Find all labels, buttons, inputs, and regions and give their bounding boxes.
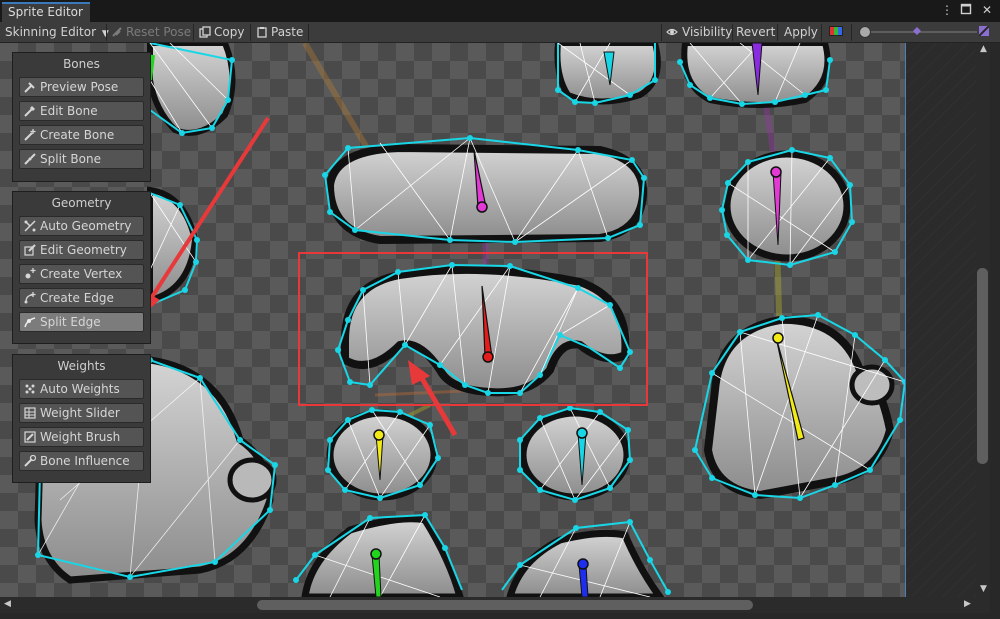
create-bone-label: Create Bone <box>40 128 115 142</box>
zoom-slider-handle[interactable] <box>859 26 871 38</box>
maximize-icon[interactable] <box>960 3 974 17</box>
create-edge-button[interactable]: Create Edge <box>19 288 144 308</box>
sprite-stone-arch-selected[interactable] <box>336 263 632 397</box>
mode-dropdown[interactable]: Skinning Editor ▼ <box>5 22 109 43</box>
split-edge-icon <box>24 317 36 328</box>
mipmap-large-icon <box>979 26 989 36</box>
edit-bone-label: Edit Bone <box>40 104 98 118</box>
bones-panel: Bones Preview Pose Edit Bone Create Bone… <box>12 52 151 182</box>
close-icon[interactable]: ✕ <box>980 3 994 17</box>
split-bone-label: Split Bone <box>40 152 101 166</box>
sprite-stone-right-round[interactable] <box>720 148 854 267</box>
bones-panel-title: Bones <box>63 57 100 71</box>
create-vertex-icon <box>25 268 36 279</box>
auto-geometry-icon <box>24 220 36 232</box>
sprite-stone-small-cyan[interactable] <box>519 406 632 502</box>
split-bone-icon <box>24 153 36 165</box>
auto-weights-button[interactable]: Auto Weights <box>19 379 144 399</box>
vertical-scroll-thumb[interactable] <box>977 268 988 464</box>
reset-pose-label: Reset Pose <box>126 25 192 39</box>
toolbar-divider <box>851 24 852 41</box>
weight-brush-label: Weight Brush <box>40 430 121 444</box>
weight-slider-icon <box>24 407 36 419</box>
mode-dropdown-label: Skinning Editor <box>5 25 96 39</box>
visibility-button[interactable]: Visibility <box>665 22 732 43</box>
horizontal-scroll-thumb[interactable] <box>257 600 753 610</box>
toolbar-divider <box>777 24 778 41</box>
weight-slider-label: Weight Slider <box>40 406 120 420</box>
scroll-right-arrow-icon[interactable]: ▶ <box>964 599 971 609</box>
edit-bone-button[interactable]: Edit Bone <box>19 101 144 121</box>
preview-pose-label: Preview Pose <box>40 80 119 94</box>
auto-weights-label: Auto Weights <box>40 382 120 396</box>
split-edge-button[interactable]: Split Edge <box>19 312 144 332</box>
geometry-panel-title: Geometry <box>51 196 112 210</box>
create-bone-icon <box>24 129 36 141</box>
reset-pose-button[interactable]: Reset Pose <box>111 22 191 43</box>
preview-pose-icon <box>24 82 35 93</box>
paste-button[interactable]: Paste <box>256 22 303 43</box>
toolbar-divider <box>308 24 309 41</box>
create-edge-icon <box>24 292 36 304</box>
bone-influence-button[interactable]: Bone Influence <box>19 451 144 471</box>
copy-label: Copy <box>214 25 245 39</box>
paste-icon <box>257 27 267 38</box>
inspector-placeholder-area <box>906 43 976 597</box>
color-channels-icon[interactable] <box>829 26 843 38</box>
auto-geometry-label: Auto Geometry <box>40 219 132 233</box>
weight-slider-button[interactable]: Weight Slider <box>19 403 144 423</box>
toolbar-divider <box>193 24 194 41</box>
eye-icon <box>666 28 678 36</box>
reset-pose-icon <box>112 27 122 37</box>
edit-geometry-icon <box>24 244 36 256</box>
sprite-stone-bottom-green[interactable] <box>295 513 464 597</box>
create-vertex-button[interactable]: Create Vertex <box>19 264 144 284</box>
preview-pose-button[interactable]: Preview Pose <box>19 77 144 97</box>
bone-influence-label: Bone Influence <box>40 454 130 468</box>
weight-brush-icon <box>24 431 36 443</box>
edit-bone-icon <box>24 106 35 117</box>
visibility-label: Visibility <box>682 25 733 39</box>
toolbar-divider <box>732 24 733 41</box>
toolbar-divider <box>106 24 107 41</box>
edit-geometry-button[interactable]: Edit Geometry <box>19 240 144 260</box>
copy-icon <box>199 26 211 38</box>
create-bone-button[interactable]: Create Bone <box>19 125 144 145</box>
sprite-stone-top-left[interactable] <box>147 43 236 136</box>
create-vertex-label: Create Vertex <box>40 267 123 281</box>
kebab-menu-icon[interactable]: ⋮ <box>940 3 954 17</box>
weights-panel: Weights Auto Weights Weight Slider Weigh… <box>12 354 151 483</box>
create-edge-label: Create Edge <box>40 291 114 305</box>
scroll-up-arrow-icon[interactable]: ▲ <box>980 44 987 54</box>
edit-geometry-label: Edit Geometry <box>40 243 127 257</box>
auto-geometry-button[interactable]: Auto Geometry <box>19 216 144 236</box>
copy-button[interactable]: Copy <box>199 22 244 43</box>
geometry-panel: Geometry Auto Geometry Edit Geometry Cre… <box>12 191 151 344</box>
bone-influence-icon <box>24 455 36 467</box>
scroll-down-arrow-icon[interactable]: ▼ <box>980 584 987 594</box>
revert-button[interactable]: Revert <box>736 22 775 43</box>
tab-bar: Sprite Editor ⋮ ✕ <box>0 0 1000 22</box>
tab-sprite-editor[interactable]: Sprite Editor <box>2 2 90 22</box>
toolbar: Skinning Editor ▼ Reset Pose Copy Paste … <box>0 22 1000 43</box>
weights-panel-title: Weights <box>57 359 106 373</box>
toolbar-divider <box>821 24 822 41</box>
sprite-editor-window: Sprite Editor ⋮ ✕ Skinning Editor ▼ Rese… <box>0 0 1000 619</box>
toolbar-divider <box>661 24 662 41</box>
split-bone-button[interactable]: Split Bone <box>19 149 144 169</box>
toolbar-divider <box>250 24 251 41</box>
paste-label: Paste <box>271 25 304 39</box>
mipmap-small-icon <box>912 26 922 36</box>
sprite-stone-long-oval[interactable] <box>323 136 648 245</box>
split-edge-label: Split Edge <box>40 315 101 329</box>
sprite-stone-bottom-blue[interactable] <box>501 520 669 597</box>
sprite-stone-top-center[interactable] <box>554 43 661 105</box>
weight-brush-button[interactable]: Weight Brush <box>19 427 144 447</box>
sprite-stone-right-large[interactable] <box>693 313 907 500</box>
window-controls: ⋮ ✕ <box>940 3 994 17</box>
auto-weights-icon <box>25 384 35 394</box>
scroll-left-arrow-icon[interactable]: ◀ <box>4 599 11 609</box>
apply-button[interactable]: Apply <box>784 22 818 43</box>
viewport-border <box>905 43 906 597</box>
